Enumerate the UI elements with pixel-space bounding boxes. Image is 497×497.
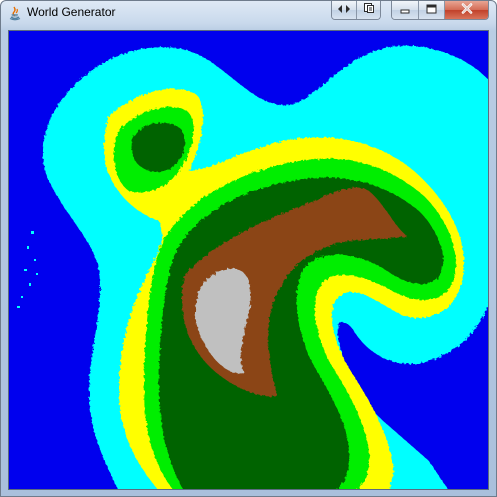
- window-title: World Generator: [27, 5, 116, 19]
- arrows-icon: [337, 1, 351, 19]
- close-button[interactable]: [444, 1, 488, 19]
- minimize-icon: [400, 1, 410, 19]
- terrain-map: [9, 31, 488, 489]
- maximize-button[interactable]: [418, 1, 444, 19]
- restore-pages-button[interactable]: [356, 1, 380, 19]
- title-bar[interactable]: World Generator: [1, 1, 496, 27]
- arrows-button[interactable]: [332, 1, 356, 19]
- java-app-icon[interactable]: [7, 5, 23, 21]
- close-icon: [461, 1, 473, 19]
- restore-pages-icon: [363, 1, 375, 19]
- extra-caption-group: [331, 1, 381, 20]
- maximize-icon: [426, 1, 437, 19]
- world-generator-window: World Generator: [0, 0, 497, 497]
- minimize-button[interactable]: [392, 1, 418, 19]
- world-map-canvas[interactable]: [8, 30, 489, 490]
- window-caption-group: [391, 1, 489, 20]
